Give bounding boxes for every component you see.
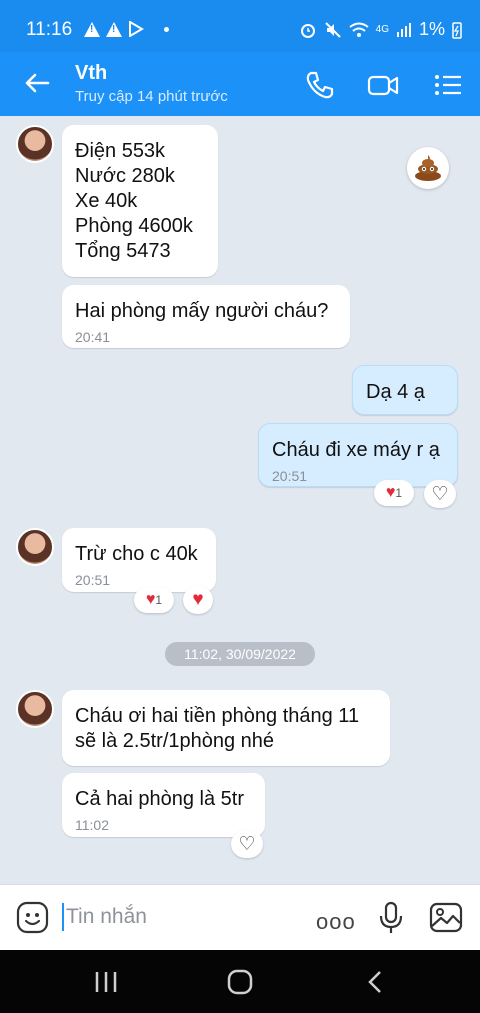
nav-back-icon[interactable]	[362, 968, 390, 996]
message-line: Phòng 4600k	[75, 215, 193, 237]
message-bubble[interactable]: Trừ cho c 40k 20:51	[62, 528, 216, 592]
heart-icon: ♥	[385, 484, 396, 501]
video-call-icon[interactable]	[366, 68, 400, 102]
play-store-icon	[129, 21, 144, 37]
message-line: Điện 553k	[75, 140, 166, 162]
heart-icon: ♥	[192, 589, 204, 610]
message-input-bar: Tin nhắn ooo	[0, 884, 480, 950]
home-icon[interactable]	[226, 968, 254, 996]
message-bubble[interactable]: Cả hai phòng là 5tr 11:02	[62, 773, 265, 837]
message-line: Xe 40k	[75, 190, 138, 212]
react-button[interactable]: ♡	[424, 480, 456, 508]
signal-icon	[396, 22, 411, 37]
status-bar: 11:16 4G 1%	[0, 0, 480, 60]
message-text: Cháu đi xe máy r ạ	[272, 439, 440, 461]
reaction-count: 1	[155, 593, 163, 607]
message-time: 20:51	[272, 468, 308, 484]
heart-reaction-count[interactable]: ♥ 1	[374, 480, 414, 506]
message-text: Trừ cho c 40k	[75, 543, 198, 565]
system-status: 4G 1%	[299, 19, 462, 40]
battery-charging-icon	[452, 21, 462, 39]
image-gallery-icon[interactable]	[429, 902, 463, 933]
message-bubble[interactable]: Hai phòng mấy người cháu? 20:41	[62, 285, 350, 348]
heart-outline-icon: ♡	[431, 483, 449, 505]
recent-apps-icon[interactable]	[92, 968, 120, 996]
message-time: 20:51	[75, 572, 111, 588]
alarm-icon	[300, 23, 315, 38]
message-time: 11:02	[75, 817, 109, 833]
message-bubble[interactable]: Điện 553k Nước 280k Xe 40k Phòng 4600k T…	[62, 125, 218, 277]
more-options-icon[interactable]: ooo	[316, 909, 356, 935]
warning-icon-2	[106, 21, 122, 37]
contact-avatar[interactable]	[16, 528, 54, 566]
system-nav-bar	[0, 950, 480, 1013]
poop-emoji-icon	[415, 155, 441, 181]
menu-list-icon[interactable]	[431, 68, 465, 102]
chat-header: Vth Truy cập 14 phút trước	[0, 52, 480, 116]
react-button[interactable]: ♥	[183, 586, 213, 614]
message-text: Dạ 4 ạ	[366, 381, 425, 403]
message-text: Cả hai phòng là 5tr	[75, 788, 245, 810]
message-text: Hai phòng mấy người cháu?	[75, 300, 329, 322]
notification-icons	[84, 21, 169, 37]
message-time: 20:41	[75, 329, 111, 345]
message-line: Nước 280k	[75, 165, 175, 187]
heart-icon: ♥	[145, 591, 156, 608]
network-type: 4G	[375, 24, 389, 35]
my-message-bubble[interactable]: Dạ 4 ạ	[352, 365, 458, 415]
status-time: 11:16	[26, 19, 73, 40]
wifi-icon	[349, 22, 369, 37]
message-text: sẽ là 2.5tr/1phòng nhé	[75, 730, 275, 752]
message-input[interactable]: Tin nhắn	[62, 903, 147, 931]
warning-icon	[84, 21, 100, 37]
react-button[interactable]: ♡	[231, 830, 263, 858]
message-text: Cháu ơi hai tiền phòng tháng 11	[75, 705, 360, 727]
phone-call-icon[interactable]	[303, 68, 337, 102]
more-notifications-dot	[164, 26, 169, 32]
my-message-bubble[interactable]: Cháu đi xe máy r ạ 20:51	[258, 423, 458, 487]
sticker-reaction-button[interactable]	[407, 147, 449, 189]
battery-percent: 1%	[418, 19, 445, 39]
heart-outline-icon: ♡	[238, 833, 256, 855]
heart-reaction-count[interactable]: ♥ 1	[134, 587, 174, 613]
microphone-icon[interactable]	[378, 901, 404, 935]
contact-avatar[interactable]	[16, 125, 54, 163]
emoji-sticker-icon[interactable]	[16, 901, 49, 934]
message-line: Tổng 5473	[75, 240, 171, 262]
last-seen-status: Truy cập 14 phút trước	[75, 88, 228, 105]
date-separator: 11:02, 30/09/2022	[165, 642, 315, 666]
mute-icon	[324, 21, 341, 38]
back-arrow-icon[interactable]	[22, 68, 52, 98]
message-bubble[interactable]: Cháu ơi hai tiền phòng tháng 11 sẽ là 2.…	[62, 690, 390, 766]
contact-avatar[interactable]	[16, 690, 54, 728]
reaction-count: 1	[395, 486, 403, 500]
contact-name[interactable]: Vth	[75, 62, 107, 85]
